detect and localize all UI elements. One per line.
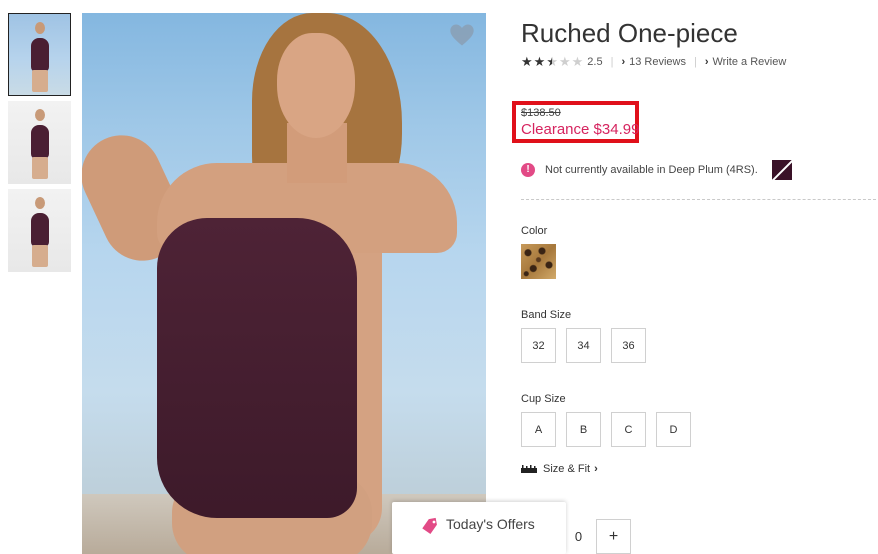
write-review-link[interactable]: Write a Review	[713, 56, 787, 68]
band-size-label: Band Size	[521, 309, 572, 321]
todays-offers-label: Today's Offers	[446, 516, 535, 532]
thumbnail-figure-suit	[30, 213, 49, 247]
unavailable-color-swatch	[771, 160, 792, 180]
thumbnail-1[interactable]	[8, 13, 71, 96]
availability-text: Not currently available in Deep Plum (4R…	[545, 164, 758, 176]
ruler-icon	[521, 465, 537, 473]
size-fit-label: Size & Fit	[543, 463, 591, 475]
thumbnail-2[interactable]	[8, 101, 71, 184]
cup-size-c[interactable]: C	[611, 412, 646, 447]
reviews-link[interactable]: 13 Reviews	[629, 56, 686, 68]
band-size-32[interactable]: 32	[521, 328, 556, 363]
original-price: $138.50	[521, 107, 561, 119]
band-size-34[interactable]: 34	[566, 328, 601, 363]
heart-icon[interactable]	[448, 21, 476, 49]
star-rating: ★ ★ ★ ★ ★	[521, 55, 583, 68]
thumbnail-figure-suit	[30, 125, 49, 159]
cup-size-a[interactable]: A	[521, 412, 556, 447]
thumbnail-figure-legs	[31, 70, 48, 92]
cup-size-d[interactable]: D	[656, 412, 691, 447]
star-icon: ★	[521, 54, 533, 69]
thumbnail-figure-legs	[31, 245, 48, 267]
thumbnail-figure-head	[34, 197, 45, 209]
rating-row: ★ ★ ★ ★ ★ 2.5 | › 13 Reviews | › Write a…	[521, 55, 786, 68]
thumbnail-3[interactable]	[8, 189, 71, 272]
thumbnail-figure-head	[34, 22, 45, 34]
cup-size-label: Cup Size	[521, 393, 566, 405]
band-size-36[interactable]: 36	[611, 328, 646, 363]
cup-size-b[interactable]: B	[566, 412, 601, 447]
star-icon: ★	[533, 54, 546, 69]
rating-value: 2.5	[587, 55, 603, 68]
color-label: Color	[521, 225, 548, 237]
cup-size-options: A B C D	[521, 412, 691, 447]
thumbnail-figure-legs	[31, 157, 48, 179]
thumbnail-list	[8, 13, 71, 277]
separator: |	[693, 55, 697, 68]
quantity-increase-button[interactable]: +	[596, 519, 631, 554]
color-swatch-leopard[interactable]	[521, 244, 556, 279]
todays-offers-button[interactable]: Today's Offers	[392, 502, 566, 554]
star-empty-icon: ★	[571, 54, 584, 69]
band-size-options: 32 34 36	[521, 328, 646, 363]
product-hero-image	[82, 13, 486, 554]
chevron-right-icon: ›	[621, 55, 626, 68]
hero-face	[277, 33, 355, 138]
star-half-icon: ★	[546, 54, 558, 69]
chevron-right-icon: ›	[704, 55, 709, 68]
thumbnail-figure-suit	[30, 38, 49, 72]
product-title: Ruched One-piece	[521, 18, 738, 48]
chevron-right-icon: ›	[594, 463, 598, 475]
tag-icon	[422, 517, 437, 535]
hero-swimsuit	[157, 218, 357, 518]
star-empty-icon: ★	[558, 54, 571, 69]
thumbnail-figure-head	[34, 109, 45, 121]
quantity-value[interactable]: 0	[561, 529, 596, 544]
exclamation-icon: !	[521, 163, 535, 177]
availability-notice: ! Not currently available in Deep Plum (…	[521, 160, 792, 180]
clearance-price: Clearance $34.99	[521, 121, 640, 138]
separator: |	[610, 55, 614, 68]
divider	[521, 199, 876, 200]
size-fit-link[interactable]: Size & Fit ›	[521, 463, 598, 475]
